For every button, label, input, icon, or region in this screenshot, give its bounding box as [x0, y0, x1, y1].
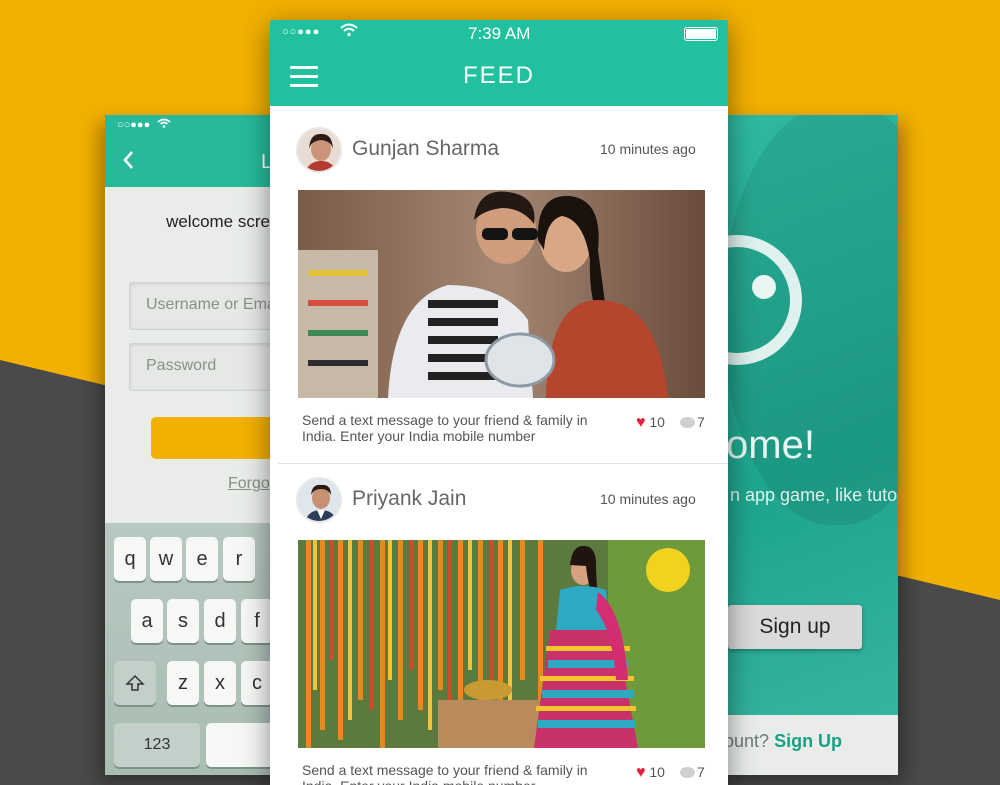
comment-count[interactable]: 7	[680, 414, 705, 430]
key-r[interactable]: r	[223, 537, 255, 581]
like-count-value: 10	[649, 414, 665, 430]
feed-post: Gunjan Sharma 10 minutes ago Send a text…	[270, 106, 728, 464]
key-z[interactable]: z	[167, 661, 199, 705]
comment-bubble-icon[interactable]	[680, 767, 695, 778]
post-timestamp: 10 minutes ago	[600, 491, 696, 507]
heart-icon[interactable]: ♥	[636, 414, 646, 431]
comment-count-value: 7	[697, 764, 705, 780]
sign-up-link[interactable]: Sign Up	[774, 731, 842, 751]
comment-count-value: 7	[697, 414, 705, 430]
account-prompt: ount? Sign Up	[712, 715, 898, 775]
like-count[interactable]: ♥ 10	[636, 764, 665, 782]
heart-icon[interactable]: ♥	[636, 764, 646, 781]
welcome-heading: ome!	[726, 423, 815, 467]
page-title: FEED	[462, 62, 535, 89]
forgot-password-link[interactable]: Forgo	[228, 475, 270, 493]
clock: 7:39 AM	[468, 24, 531, 43]
comment-bubble-icon[interactable]	[680, 417, 695, 428]
feed-screen-phone: ○○●●● 7:39 AM FEED Gunjan Sharma 10 minu…	[270, 20, 728, 785]
like-count[interactable]: ♥ 10	[636, 414, 665, 432]
post-author[interactable]: Priyank Jain	[352, 487, 466, 511]
wifi-icon	[157, 118, 171, 131]
status-bar: ○○●●● 7:39 AM	[270, 20, 728, 50]
post-author[interactable]: Gunjan Sharma	[352, 137, 499, 161]
comment-count[interactable]: 7	[680, 764, 705, 780]
post-photo[interactable]	[298, 540, 705, 748]
key-s[interactable]: s	[167, 599, 199, 643]
shift-icon[interactable]	[114, 661, 156, 705]
key-a[interactable]: a	[131, 599, 163, 643]
key-d[interactable]: d	[204, 599, 236, 643]
key-c[interactable]: c	[241, 661, 273, 705]
key-q[interactable]: q	[114, 537, 146, 581]
post-caption: Send a text message to your friend & fam…	[302, 412, 588, 444]
feed-post: Priyank Jain 10 minutes ago Send a text …	[270, 464, 728, 785]
post-timestamp: 10 minutes ago	[600, 141, 696, 157]
key-w[interactable]: w	[150, 537, 182, 581]
post-photo[interactable]	[298, 190, 705, 398]
numbers-key[interactable]: 123	[114, 723, 200, 767]
post-caption: Send a text message to your friend & fam…	[302, 762, 588, 785]
avatar[interactable]	[296, 127, 342, 173]
chevron-left-icon[interactable]	[121, 149, 135, 177]
logo-dot	[752, 275, 776, 299]
welcome-description: n app game, like tutorial,	[730, 485, 898, 505]
key-x[interactable]: x	[204, 661, 236, 705]
feed-header: FEED	[270, 50, 728, 106]
wifi-icon	[340, 23, 358, 40]
signal-indicator: ○○●●●	[282, 26, 321, 38]
like-count-value: 10	[649, 764, 665, 780]
welcome-screen-phone: ome! n app game, like tutorial, Sign up …	[712, 115, 898, 775]
battery-icon	[684, 27, 718, 41]
avatar[interactable]	[296, 477, 342, 523]
sign-up-button[interactable]: Sign up	[728, 605, 862, 649]
key-f[interactable]: f	[241, 599, 273, 643]
signal-indicator: ○○●●●	[117, 119, 151, 131]
account-prompt-text: ount?	[724, 731, 770, 751]
key-e[interactable]: e	[186, 537, 218, 581]
